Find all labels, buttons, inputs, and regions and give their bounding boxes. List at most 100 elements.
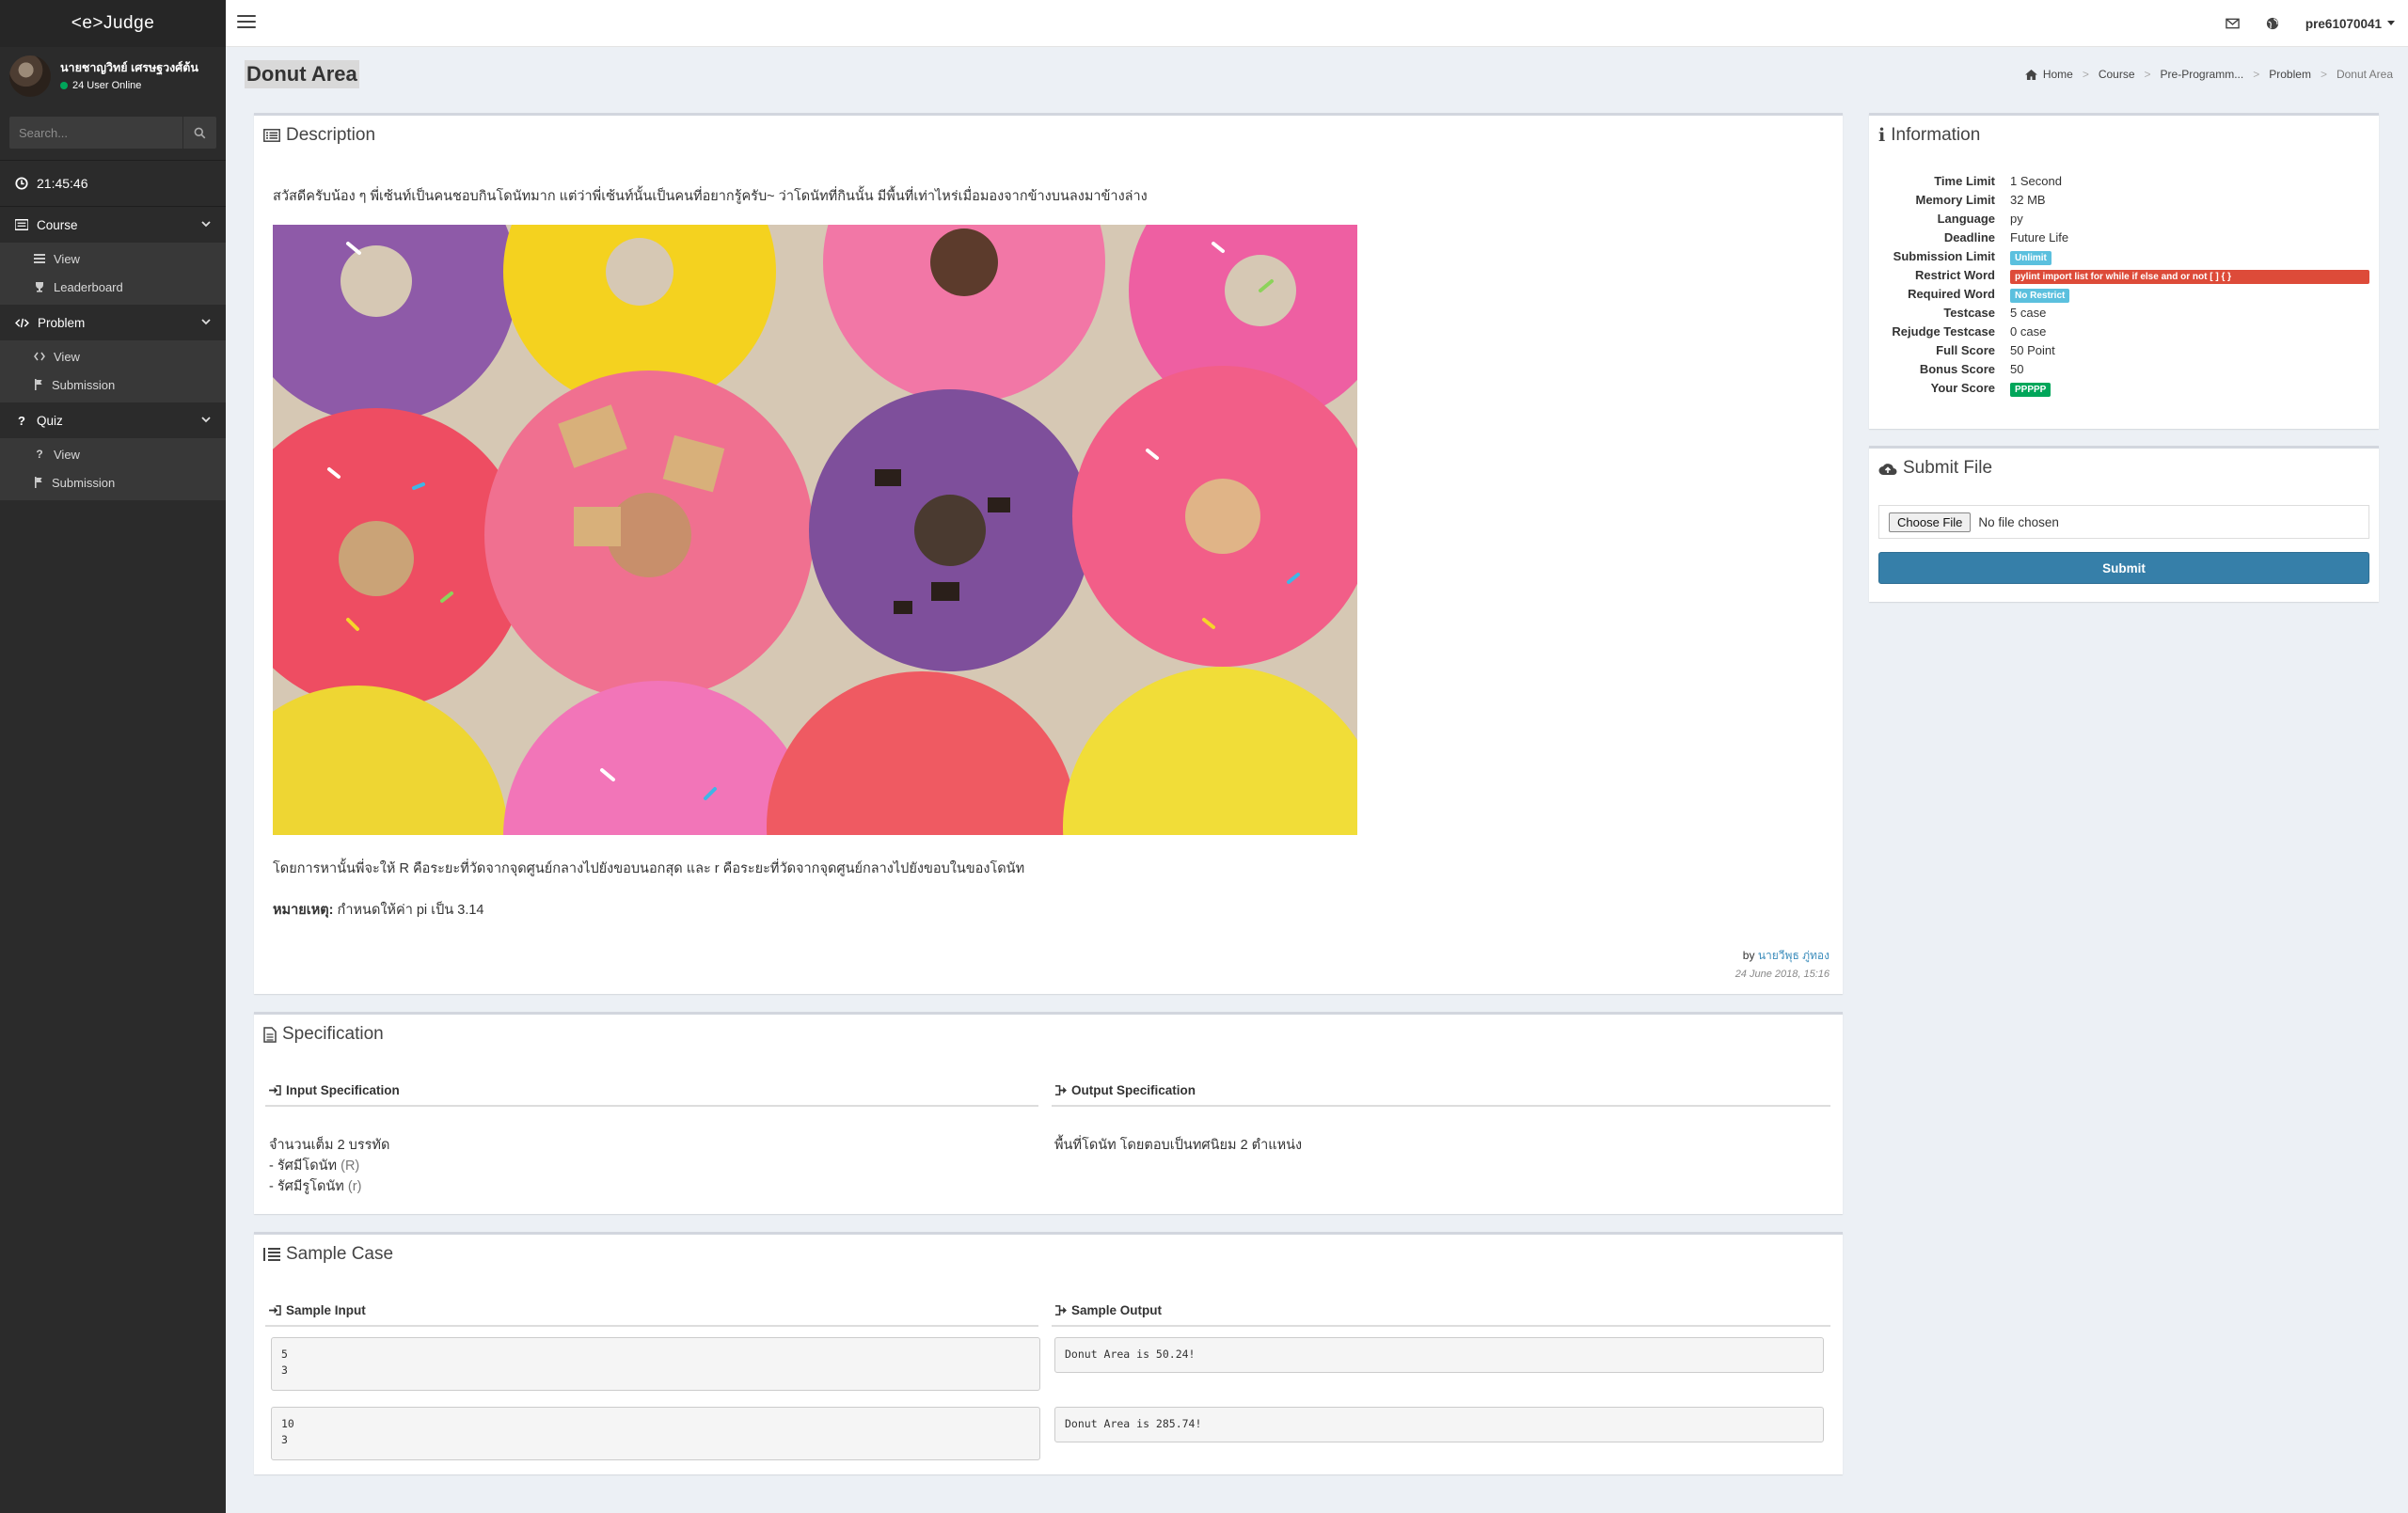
course-submenu: View Leaderboard bbox=[0, 243, 226, 305]
sign-out-icon bbox=[1055, 1305, 1067, 1316]
navbar-right: pre61070041 bbox=[2226, 0, 2395, 47]
info-row-time-limit: Time Limit 1 Second bbox=[1934, 174, 2062, 188]
clock: 21:45:46 bbox=[0, 160, 226, 207]
sidebar-item-label: View bbox=[54, 447, 80, 462]
info-row-memory-limit: Memory Limit 32 MB bbox=[1915, 193, 2046, 207]
clock-time: 21:45:46 bbox=[37, 176, 88, 191]
output-spec-divider bbox=[1052, 1105, 1830, 1107]
specification-header: Specification bbox=[254, 1015, 1843, 1054]
sidebar-item-course-view[interactable]: View bbox=[0, 244, 226, 273]
info-icon: i bbox=[1878, 125, 1886, 146]
input-spec-text: จำนวนเต็ม 2 บรรทัด - รัศมีโดนัท (R) - รั… bbox=[269, 1135, 389, 1197]
sign-out-icon bbox=[1055, 1085, 1067, 1095]
submit-file-title: Submit File bbox=[1903, 458, 1993, 478]
breadcrumb-course[interactable]: Course bbox=[2099, 68, 2135, 81]
sample-input-1: 5 3 bbox=[271, 1337, 1040, 1391]
trophy-icon bbox=[36, 282, 43, 292]
online-status: 24 User Online bbox=[60, 80, 198, 91]
sidebar-item-label: Submission bbox=[52, 475, 116, 490]
question-icon: ? bbox=[36, 448, 43, 461]
flag-icon bbox=[35, 379, 42, 390]
info-row-submission-limit: Submission Limit Unlimit bbox=[1869, 249, 2379, 268]
user-menu[interactable]: pre61070041 bbox=[2305, 17, 2395, 31]
sample-output-divider bbox=[1052, 1325, 1830, 1327]
code-icon bbox=[34, 352, 45, 361]
sample-output-2: Donut Area is 285.74! bbox=[1054, 1407, 1824, 1442]
search-icon bbox=[194, 127, 206, 138]
envelope-icon[interactable] bbox=[2226, 18, 2240, 29]
caret-down-icon bbox=[2387, 21, 2395, 25]
top-navbar: pre61070041 bbox=[226, 0, 2408, 47]
sample-output-heading: Sample Output bbox=[1054, 1303, 1162, 1317]
sidebar-search bbox=[9, 117, 216, 149]
app-logo[interactable]: <e>Judge bbox=[0, 0, 226, 47]
submit-file-header: Submit File bbox=[1869, 449, 2379, 488]
sidebar-item-label: Submission bbox=[52, 377, 116, 392]
file-status: No file chosen bbox=[1978, 514, 2059, 529]
info-row-language: Language py bbox=[1937, 212, 2023, 226]
post-date: 24 June 2018, 15:16 bbox=[1735, 969, 1830, 980]
sidebar-item-quiz[interactable]: ? Quiz bbox=[0, 402, 226, 438]
sidebar-item-label: Quiz bbox=[37, 413, 63, 428]
sidebar-item-quiz-view[interactable]: ? View bbox=[0, 440, 226, 468]
sidebar-item-course[interactable]: Course bbox=[0, 207, 226, 243]
author-link[interactable]: นายวีพุธ ภู่ทอง bbox=[1758, 949, 1830, 962]
specification-title: Specification bbox=[282, 1024, 384, 1044]
globe-icon[interactable] bbox=[2266, 17, 2279, 30]
information-header: i Information bbox=[1869, 116, 2379, 155]
clock-icon bbox=[15, 177, 28, 190]
file-text-icon bbox=[263, 1026, 277, 1043]
sample-input-divider bbox=[265, 1325, 1038, 1327]
sample-input-heading: Sample Input bbox=[269, 1303, 366, 1317]
file-input[interactable]: Choose File No file chosen bbox=[1878, 505, 2369, 539]
question-icon: ? bbox=[18, 413, 25, 428]
breadcrumb-current: Donut Area bbox=[2336, 68, 2393, 81]
output-spec-text: พื้นที่โดนัท โดยตอบเป็นทศนิยม 2 ตำแหน่ง bbox=[1054, 1138, 1303, 1153]
description-title: Description bbox=[286, 125, 376, 145]
sidebar-toggle-icon[interactable] bbox=[237, 15, 256, 30]
note-label: หมายเหตุ: bbox=[273, 903, 334, 918]
author-credit: by นายวีพุธ ภู่ทอง 24 June 2018, 15:16 bbox=[1735, 947, 1830, 980]
input-spec-divider bbox=[265, 1105, 1038, 1107]
output-spec-heading: Output Specification bbox=[1054, 1083, 1196, 1097]
avatar bbox=[9, 55, 51, 97]
info-row-full-score: Full Score 50 Point bbox=[1936, 343, 2055, 357]
breadcrumb-separator: > bbox=[2320, 68, 2327, 81]
breadcrumb-separator: > bbox=[2253, 68, 2260, 81]
sidebar-item-problem[interactable]: Problem bbox=[0, 305, 226, 340]
description-box: Description สวัสดีครับน้อง ๆ พี่เซ้นท์เป… bbox=[254, 113, 1843, 994]
sample-output-1: Donut Area is 50.24! bbox=[1054, 1337, 1824, 1373]
sidebar-item-quiz-submission[interactable]: Submission bbox=[0, 468, 226, 496]
search-input[interactable] bbox=[9, 117, 182, 149]
sample-case-title: Sample Case bbox=[286, 1244, 394, 1264]
info-row-restrict-word: Restrict Word pylint import list for whil… bbox=[1869, 268, 2379, 287]
breadcrumb-preprogramming[interactable]: Pre-Programm... bbox=[2161, 68, 2244, 81]
sidebar-item-problem-view[interactable]: View bbox=[0, 342, 226, 370]
breadcrumb-problem[interactable]: Problem bbox=[2269, 68, 2311, 81]
username: pre61070041 bbox=[2305, 16, 2382, 31]
search-button[interactable] bbox=[182, 117, 216, 149]
sample-case-header: Sample Case bbox=[254, 1235, 1843, 1274]
information-title: Information bbox=[1891, 125, 1981, 145]
submit-button[interactable]: Submit bbox=[1878, 552, 2369, 584]
breadcrumb-home[interactable]: Home bbox=[2043, 68, 2073, 81]
input-spec-line: - รัศมีโดนัท (R) bbox=[269, 1158, 360, 1174]
sidebar-item-problem-submission[interactable]: Submission bbox=[0, 370, 226, 399]
sidebar-item-label: View bbox=[54, 251, 80, 266]
code-icon bbox=[15, 318, 29, 327]
sidebar-item-leaderboard[interactable]: Leaderboard bbox=[0, 273, 226, 301]
problem-submenu: View Submission bbox=[0, 340, 226, 402]
breadcrumb-separator: > bbox=[2144, 68, 2151, 81]
info-row-testcase: Testcase 5 case bbox=[1943, 306, 2047, 320]
input-spec-line: - รัศมีรูโดนัท (r) bbox=[269, 1179, 362, 1194]
description-intro: สวัสดีครับน้อง ๆ พี่เซ้นท์เป็นคนชอบกินโด… bbox=[273, 189, 1148, 204]
choose-file-button[interactable]: Choose File bbox=[1889, 512, 1972, 532]
status-badge: Unlimit bbox=[2010, 251, 2052, 265]
specification-box: Specification Input Specification Output… bbox=[254, 1012, 1843, 1214]
sample-input-2: 10 3 bbox=[271, 1407, 1040, 1460]
list-alt-icon bbox=[263, 129, 280, 142]
list-icon bbox=[34, 254, 45, 263]
sample-case-box: Sample Case Sample Input Sample Output 5… bbox=[254, 1232, 1843, 1474]
sidebar-item-label: Leaderboard bbox=[54, 279, 123, 294]
required-word-badge: No Restrict bbox=[2010, 289, 2070, 303]
